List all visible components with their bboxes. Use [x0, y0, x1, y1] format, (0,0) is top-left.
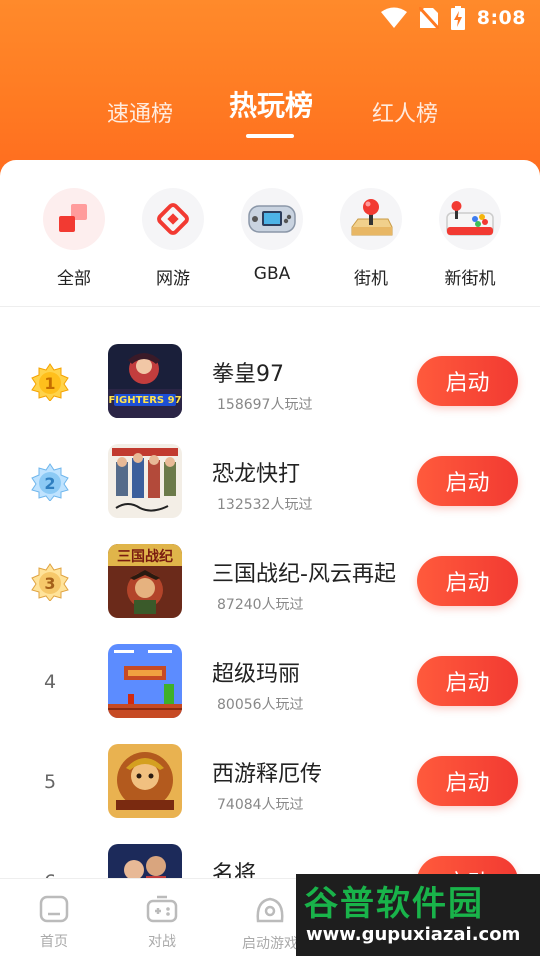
- content-panel: 全部 网游 GBA 街机 新街机 1 FIGHTERS 97 拳皇97 1586…: [0, 160, 540, 960]
- active-tab-indicator: [246, 134, 294, 138]
- list-item[interactable]: 4 超级玛丽 80056人玩过 启动: [0, 644, 540, 744]
- tab-speedrun[interactable]: 速通榜: [107, 96, 173, 128]
- battery-charging-icon: [450, 6, 465, 30]
- category-label: 网游: [156, 269, 190, 289]
- category-label: GBA: [253, 264, 291, 284]
- player-count: 80056人玩过: [217, 697, 304, 713]
- nav-home[interactable]: 首页: [4, 895, 104, 951]
- watermark-url: www.gupuxiazai.com: [306, 924, 521, 945]
- player-count: 74084人玩过: [217, 797, 304, 813]
- category-all[interactable]: 全部: [24, 188, 124, 289]
- watermark-title: 谷普软件园: [304, 884, 484, 924]
- launch-icon: [254, 895, 286, 929]
- nav-label: 对战: [148, 934, 176, 950]
- tab-hot[interactable]: 热玩榜: [229, 84, 313, 124]
- home-icon: [39, 895, 69, 927]
- game-title: 拳皇97: [212, 362, 284, 387]
- launch-button[interactable]: 启动: [417, 356, 518, 406]
- nav-label: 启动游戏: [242, 936, 298, 952]
- category-label: 街机: [354, 269, 388, 289]
- list-item[interactable]: 2 恐龙快打 132532人玩过 启动: [0, 444, 540, 544]
- tab-influencer[interactable]: 红人榜: [372, 96, 438, 128]
- nav-battle[interactable]: 对战: [112, 895, 212, 951]
- online-game-icon: [142, 188, 204, 250]
- wifi-icon: [380, 7, 407, 29]
- svg-text:FIGHTERS 97: FIGHTERS 97: [108, 395, 181, 406]
- game-title: 超级玛丽: [212, 662, 301, 687]
- launch-button[interactable]: 启动: [417, 656, 518, 706]
- rank-number: 5: [43, 771, 57, 793]
- category-bar: 全部 网游 GBA 街机 新街机: [0, 188, 540, 298]
- rank-tabs: 速通榜 热玩榜 红人榜: [0, 88, 540, 148]
- bronze-medal-icon: 3: [30, 562, 70, 602]
- rank-number: 4: [43, 671, 57, 693]
- status-time: 8:08: [476, 7, 526, 29]
- gold-medal-icon: 1: [30, 362, 70, 402]
- category-label: 新街机: [444, 269, 496, 289]
- category-arcade[interactable]: 街机: [321, 188, 421, 289]
- svg-text:1: 1: [44, 374, 55, 393]
- svg-text:2: 2: [44, 474, 55, 493]
- game-thumbnail-sango[interactable]: 三国战纪: [108, 544, 182, 618]
- silver-medal-icon: 2: [30, 462, 70, 502]
- list-item[interactable]: 5 西游释厄传 74084人玩过 启动: [0, 744, 540, 844]
- nav-label: 首页: [40, 934, 68, 950]
- no-sim-icon: [418, 7, 439, 29]
- svg-text:3: 3: [44, 574, 55, 593]
- arcade-icon: [340, 188, 402, 250]
- game-thumbnail-mario[interactable]: [108, 644, 182, 718]
- divider: [0, 306, 540, 307]
- svg-text:三国战纪: 三国战纪: [117, 548, 173, 565]
- gba-icon: [241, 188, 303, 250]
- status-bar: 8:08: [0, 0, 540, 36]
- watermark: 谷普软件园 www.gupuxiazai.com: [296, 874, 540, 956]
- list-item[interactable]: 3 三国战纪 三国战纪-风云再起 87240人玩过 启动: [0, 544, 540, 644]
- gamepad-icon: [146, 895, 178, 927]
- game-title: 西游释厄传: [212, 762, 323, 787]
- game-title: 三国战纪-风云再起: [212, 562, 396, 587]
- category-label: 全部: [57, 269, 91, 289]
- game-thumbnail-xiyou[interactable]: [108, 744, 182, 818]
- category-new-arcade[interactable]: 新街机: [420, 188, 520, 289]
- list-item[interactable]: 1 FIGHTERS 97 拳皇97 158697人玩过 启动: [0, 344, 540, 444]
- launch-button[interactable]: 启动: [417, 756, 518, 806]
- game-thumbnail-dino[interactable]: [108, 444, 182, 518]
- launch-button[interactable]: 启动: [417, 456, 518, 506]
- category-gba[interactable]: GBA: [222, 188, 322, 284]
- new-arcade-icon: [439, 188, 501, 250]
- category-online[interactable]: 网游: [123, 188, 223, 289]
- game-title: 恐龙快打: [212, 462, 301, 487]
- all-icon: [43, 188, 105, 250]
- player-count: 132532人玩过: [217, 497, 313, 513]
- player-count: 158697人玩过: [217, 397, 313, 413]
- game-thumbnail-kof97[interactable]: FIGHTERS 97: [108, 344, 182, 418]
- player-count: 87240人玩过: [217, 597, 304, 613]
- launch-button[interactable]: 启动: [417, 556, 518, 606]
